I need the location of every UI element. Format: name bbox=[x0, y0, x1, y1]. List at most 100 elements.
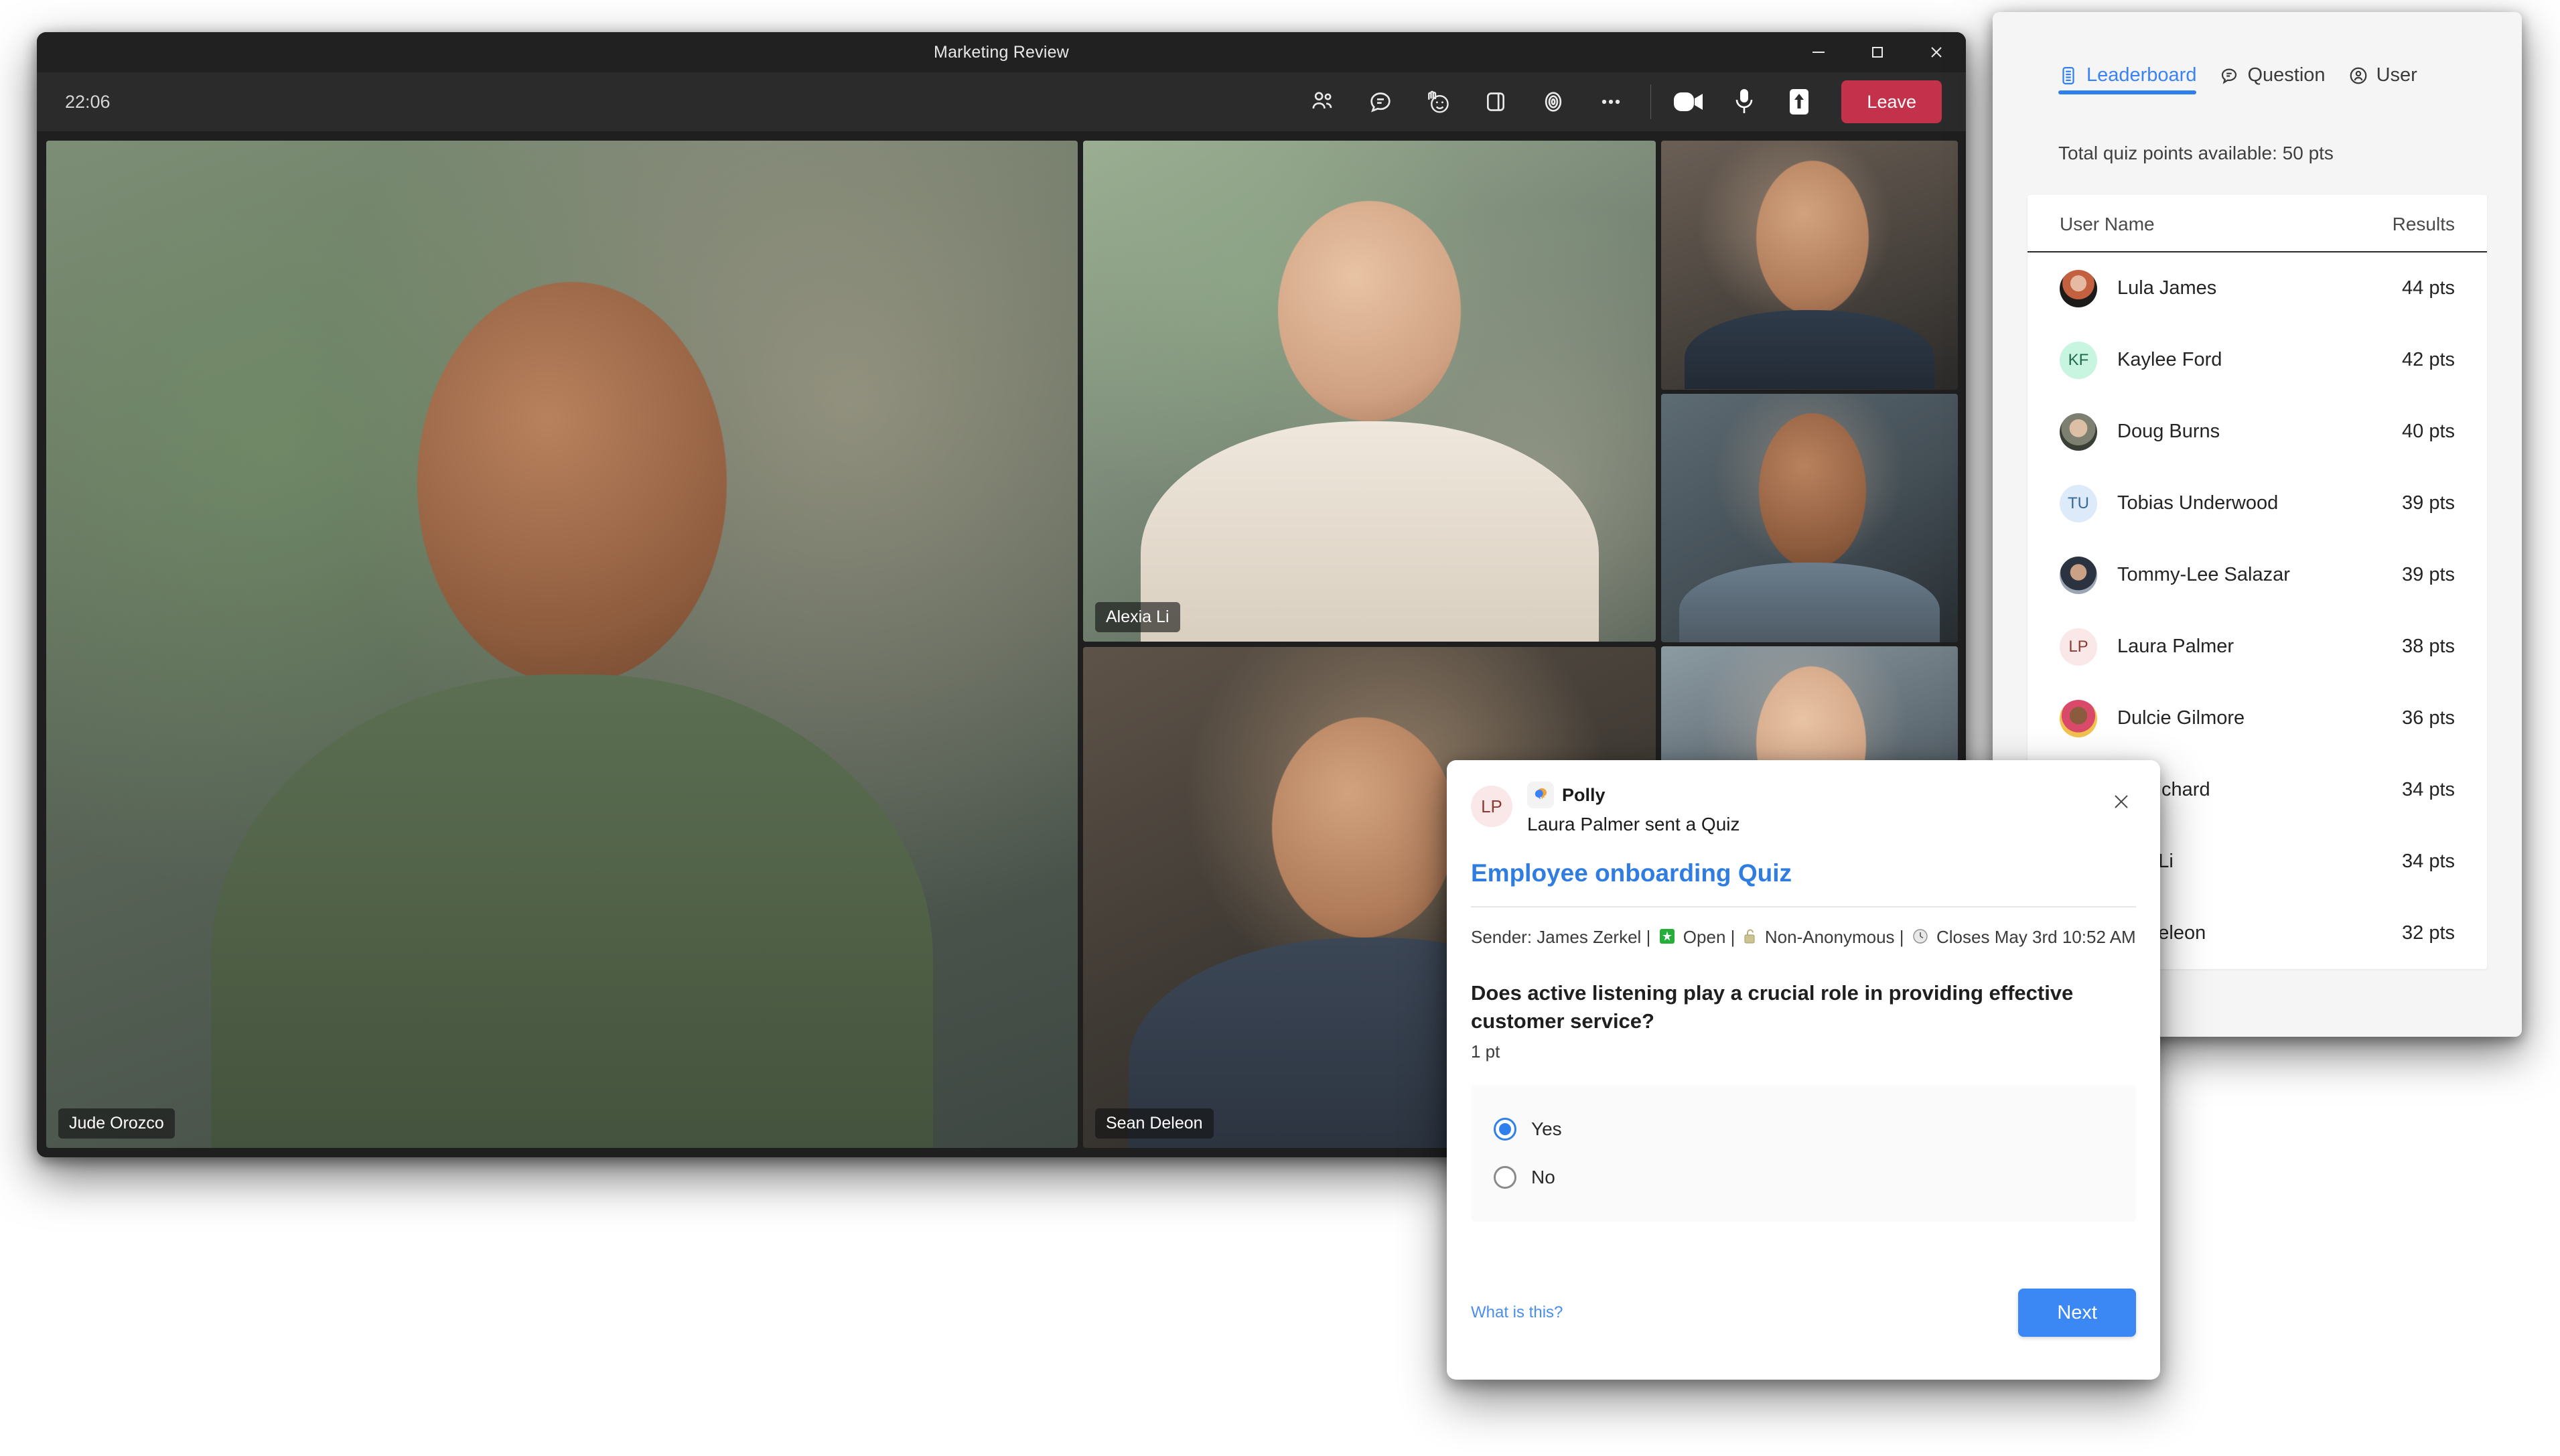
quiz-header-text: Polly Laura Palmer sent a Quiz bbox=[1527, 782, 1740, 835]
close-icon[interactable] bbox=[1907, 32, 1966, 72]
window-controls bbox=[1789, 32, 1966, 72]
avatar: KF bbox=[2060, 341, 2097, 379]
row-points: 32 pts bbox=[2402, 922, 2455, 944]
meta-separator-1: | bbox=[1646, 927, 1651, 947]
meta-separator-3: | bbox=[1899, 927, 1904, 947]
avatar: TU bbox=[2060, 484, 2097, 522]
participant-face bbox=[417, 281, 727, 685]
leave-button[interactable]: Leave bbox=[1841, 80, 1942, 123]
maximize-icon[interactable] bbox=[1848, 32, 1907, 72]
meeting-timer: 22:06 bbox=[65, 91, 111, 112]
option-no[interactable]: No bbox=[1494, 1153, 2113, 1202]
polly-quiz-dialog: LP Polly Laura Palmer sent a Quiz Employ… bbox=[1447, 760, 2160, 1380]
question-chat-icon bbox=[2219, 66, 2239, 86]
microphone-icon[interactable] bbox=[1723, 81, 1765, 123]
green-open-icon bbox=[1658, 927, 1676, 952]
table-header: User Name Results bbox=[2028, 195, 2487, 252]
leaderboard-icon bbox=[2058, 66, 2078, 86]
sender-avatar: LP bbox=[1471, 786, 1512, 827]
participant-face bbox=[1272, 717, 1455, 938]
row-username: Dulcie Gilmore bbox=[2117, 707, 2245, 729]
avatar: LP bbox=[2060, 628, 2097, 666]
quiz-question-points: 1 pt bbox=[1471, 1041, 1500, 1062]
quiz-options-group: Yes No bbox=[1471, 1085, 2136, 1222]
close-icon[interactable] bbox=[2103, 783, 2140, 820]
row-username: Lula James bbox=[2117, 277, 2217, 299]
participant-name-label: Sean Deleon bbox=[1095, 1108, 1214, 1139]
user-circle-icon bbox=[2348, 66, 2368, 86]
table-row[interactable]: Dulcie Gilmore 36 pts bbox=[2028, 682, 2487, 754]
tab-leaderboard[interactable]: Leaderboard bbox=[2058, 64, 2197, 94]
what-is-this-link[interactable]: What is this? bbox=[1471, 1303, 1563, 1322]
toolbar-divider bbox=[1650, 84, 1652, 119]
more-options-icon[interactable] bbox=[1586, 80, 1636, 123]
row-points: 36 pts bbox=[2402, 707, 2455, 729]
quiz-app-row: Polly bbox=[1527, 782, 1740, 808]
participant-face bbox=[1277, 200, 1462, 421]
camera-icon[interactable] bbox=[1668, 81, 1710, 123]
video-tile-main[interactable]: Jude Orozco bbox=[46, 141, 1078, 1148]
video-tile-alexia[interactable]: Alexia Li bbox=[1083, 141, 1656, 642]
participant-face bbox=[1756, 160, 1869, 315]
avatar bbox=[2060, 413, 2097, 451]
quiz-divider bbox=[1471, 906, 2136, 907]
table-row[interactable]: TU Tobias Underwood 39 pts bbox=[2028, 467, 2487, 539]
breakout-rooms-icon[interactable] bbox=[1471, 80, 1520, 123]
video-tile-filmstrip-2[interactable] bbox=[1661, 393, 1958, 642]
tab-user[interactable]: User bbox=[2348, 64, 2417, 94]
participant-body bbox=[1685, 309, 1934, 390]
table-row[interactable]: Tommy-Lee Salazar 39 pts bbox=[2028, 539, 2487, 611]
meta-separator-2: | bbox=[1730, 927, 1735, 947]
tab-question-label: Question bbox=[2247, 64, 2326, 86]
next-button[interactable]: Next bbox=[2018, 1289, 2136, 1337]
chat-icon[interactable] bbox=[1356, 80, 1405, 123]
screenshot-root: Marketing Review 22:06 Leave Jude Orozco… bbox=[0, 0, 2560, 1456]
quiz-footer: What is this? Next bbox=[1471, 1289, 2136, 1337]
share-screen-icon[interactable] bbox=[1778, 81, 1820, 123]
row-username: Doug Burns bbox=[2117, 421, 2220, 442]
participant-body bbox=[211, 674, 934, 1148]
participant-body bbox=[1679, 563, 1940, 642]
window-titlebar: Marketing Review bbox=[37, 32, 1966, 72]
participant-body bbox=[1140, 421, 1599, 642]
quiz-status: Open bbox=[1683, 927, 1726, 947]
row-points: 34 pts bbox=[2402, 779, 2455, 800]
quiz-title[interactable]: Employee onboarding Quiz bbox=[1471, 859, 2136, 887]
quiz-sent-line: Laura Palmer sent a Quiz bbox=[1527, 814, 1740, 834]
video-tile-filmstrip-1[interactable] bbox=[1661, 141, 1958, 390]
avatar bbox=[2060, 269, 2097, 307]
window-title: Marketing Review bbox=[934, 42, 1069, 62]
column-header-results: Results bbox=[2392, 214, 2455, 234]
total-quiz-points: Total quiz points available: 50 pts bbox=[2058, 143, 2334, 163]
minimize-icon[interactable] bbox=[1789, 32, 1848, 72]
table-row[interactable]: Lula James 44 pts bbox=[2028, 252, 2487, 324]
quiz-sender: Sender: James Zerkel bbox=[1471, 927, 1642, 947]
row-points: 44 pts bbox=[2402, 277, 2455, 299]
quiz-metadata: Sender: James Zerkel | Open | Non-Anonym… bbox=[1471, 925, 2136, 952]
option-yes-label: Yes bbox=[1531, 1118, 1562, 1140]
tab-leaderboard-label: Leaderboard bbox=[2086, 64, 2197, 86]
tab-question[interactable]: Question bbox=[2219, 64, 2326, 94]
row-username: Laura Palmer bbox=[2117, 636, 2234, 657]
row-points: 38 pts bbox=[2402, 636, 2455, 657]
quiz-question-text: Does active listening play a crucial rol… bbox=[1471, 980, 2074, 1033]
table-row[interactable]: LP Laura Palmer 38 pts bbox=[2028, 611, 2487, 682]
row-points: 34 pts bbox=[2402, 851, 2455, 872]
table-row[interactable]: Doug Burns 40 pts bbox=[2028, 396, 2487, 467]
tab-user-label: User bbox=[2376, 64, 2417, 86]
option-yes[interactable]: Yes bbox=[1494, 1105, 2113, 1153]
radio-no[interactable] bbox=[1494, 1166, 1516, 1189]
radio-yes[interactable] bbox=[1494, 1118, 1516, 1141]
row-points: 40 pts bbox=[2402, 421, 2455, 442]
quiz-closes: Closes May 3rd 10:52 AM bbox=[1936, 927, 2136, 947]
copilot-icon[interactable] bbox=[1528, 80, 1578, 123]
option-no-label: No bbox=[1531, 1167, 1555, 1188]
people-icon[interactable] bbox=[1298, 80, 1348, 123]
row-username: Tommy-Lee Salazar bbox=[2117, 564, 2290, 585]
reactions-raise-hand-icon[interactable] bbox=[1413, 80, 1463, 123]
quiz-app-name: Polly bbox=[1562, 784, 1606, 805]
column-header-username: User Name bbox=[2060, 214, 2155, 234]
table-row[interactable]: KF Kaylee Ford 42 pts bbox=[2028, 324, 2487, 396]
row-username: Kaylee Ford bbox=[2117, 349, 2222, 370]
row-username: Tobias Underwood bbox=[2117, 492, 2279, 514]
